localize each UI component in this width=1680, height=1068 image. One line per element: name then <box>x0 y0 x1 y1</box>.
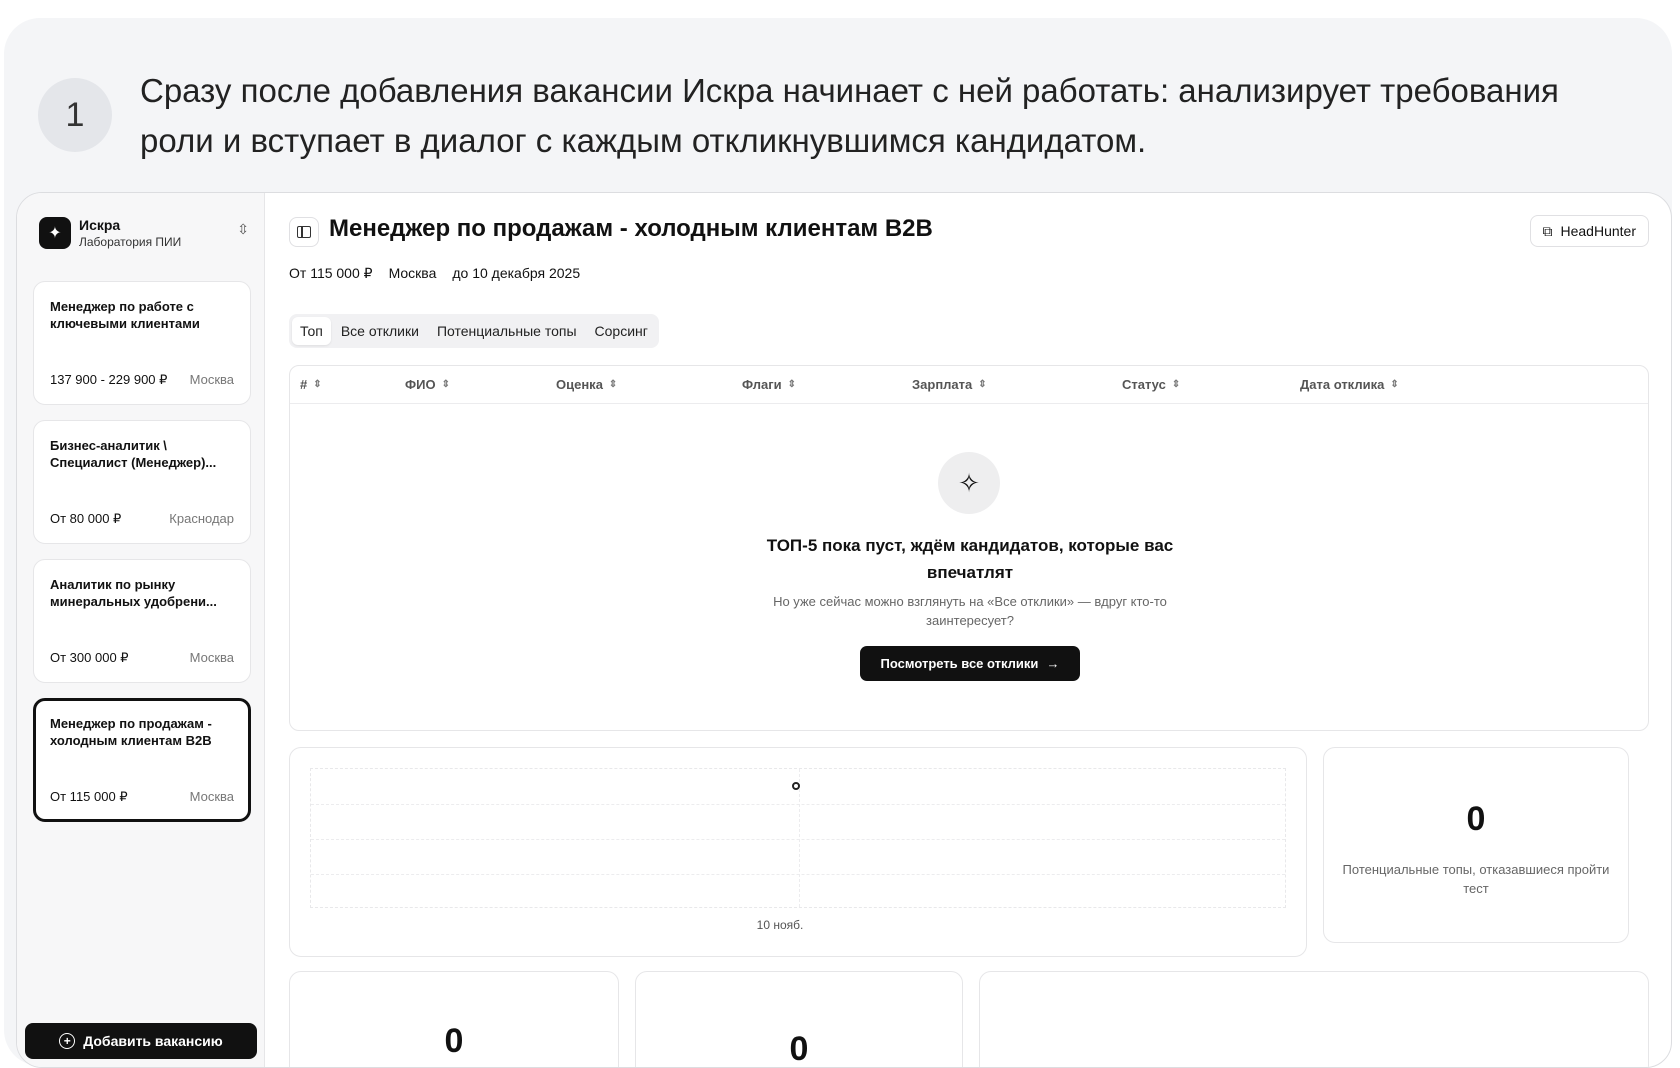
sidebar-toggle-icon[interactable] <box>289 217 319 247</box>
external-link-icon: ⧉ <box>1542 222 1553 239</box>
stat-card: 0 <box>289 971 619 1067</box>
sort-icon: ⇕ <box>441 379 450 390</box>
vacancy-city: Москва <box>189 650 234 665</box>
refused-tops-label: Потенциальные топы, отказавшиеся пройти … <box>1342 862 1610 896</box>
instruction-card: 1 Сразу после добавления вакансии Искра … <box>4 18 1672 1068</box>
page-title: Менеджер по продажам - холодным клиентам… <box>329 215 933 242</box>
app-window: ✦ Искра Лаборатория ПИИ ⇳ Менеджер по ра… <box>16 192 1672 1068</box>
column-header-name[interactable]: ФИО ⇕ <box>405 377 450 392</box>
vacancy-city: Москва <box>189 789 234 804</box>
chart-plot-area <box>310 768 1286 908</box>
main-panel: Менеджер по продажам - холодным клиентам… <box>265 193 1671 1067</box>
view-all-label: Посмотреть все отклики <box>880 656 1039 671</box>
refused-tops-count: 0 <box>1466 800 1486 838</box>
table-header: # ⇕ ФИО ⇕ Оценка ⇕ Флаги ⇕ Зарплата ⇕ Статус ⇕… <box>290 366 1648 404</box>
column-header-number[interactable]: # ⇕ <box>300 377 322 392</box>
column-header-score[interactable]: Оценка ⇕ <box>556 377 617 392</box>
vacancy-salary: От 115 000 ₽ <box>50 789 128 804</box>
responses-chart: 10 нояб. <box>289 747 1307 957</box>
stat-card: 0 <box>635 971 963 1068</box>
add-vacancy-button[interactable]: + Добавить вакансию <box>25 1023 257 1059</box>
chart-x-tick-label: 10 нояб. <box>756 918 804 932</box>
workspace-subtitle: Лаборатория ПИИ <box>79 235 182 249</box>
stat-value: 0 <box>789 1030 809 1068</box>
workspace-switcher[interactable]: ✦ Искра Лаборатория ПИИ ⇳ <box>39 215 249 255</box>
vacancy-title: Аналитик по рынку минеральных удобрени..… <box>50 577 217 609</box>
refused-tops-card: 0 Потенциальные топы, отказавшиеся пройт… <box>1323 747 1629 943</box>
candidates-table: # ⇕ ФИО ⇕ Оценка ⇕ Флаги ⇕ Зарплата ⇕ Статус ⇕… <box>289 365 1649 731</box>
step-number: 1 <box>38 78 112 152</box>
tab-all-responses[interactable]: Все отклики <box>333 317 427 345</box>
vacancy-salary: От 300 000 ₽ <box>50 650 129 665</box>
tab-bar: Топ Все отклики Потенциальные топы Сорси… <box>289 314 659 348</box>
column-header-flags[interactable]: Флаги ⇕ <box>742 377 796 392</box>
column-header-date[interactable]: Дата отклика ⇕ <box>1300 377 1399 392</box>
step-description: Сразу после добавления вакансии Искра на… <box>140 72 1559 159</box>
sort-icon: ⇕ <box>1171 379 1181 390</box>
meta-city: Москва <box>388 265 437 281</box>
arrow-right-icon: → <box>1046 656 1060 671</box>
workspace-name: Искра <box>79 217 121 233</box>
vacancy-salary: От 80 000 ₽ <box>50 511 122 526</box>
view-all-responses-button[interactable]: Посмотреть все отклики → <box>860 646 1080 681</box>
tab-top[interactable]: Топ <box>292 317 331 345</box>
empty-state-title: ТОП-5 пока пуст, ждём кандидатов, которы… <box>766 536 1174 582</box>
vacancy-title: Менеджер по продажам - холодным клиентам… <box>50 716 212 748</box>
vacancy-card[interactable]: Бизнес-аналитик \ Специалист (Менеджер).… <box>33 420 251 544</box>
chevron-updown-icon[interactable]: ⇳ <box>237 221 249 238</box>
vacancy-title: Менеджер по работе с ключевыми клиентами <box>50 299 200 331</box>
vacancy-card[interactable]: Аналитик по рынку минеральных удобрени..… <box>33 559 251 683</box>
plus-circle-icon: + <box>59 1033 76 1049</box>
column-header-status[interactable]: Статус ⇕ <box>1122 377 1180 392</box>
sort-icon: ⇕ <box>978 379 987 390</box>
vacancy-city: Москва <box>189 372 234 387</box>
sort-icon: ⇕ <box>787 379 797 390</box>
sort-icon: ⇕ <box>1390 379 1399 390</box>
column-header-salary[interactable]: Зарплата ⇕ <box>912 377 987 392</box>
vacancy-salary: 137 900 - 229 900 ₽ <box>50 372 168 387</box>
tab-sourcing[interactable]: Сорсинг <box>587 317 656 345</box>
stat-value: 0 <box>444 1022 464 1060</box>
stat-card <box>979 971 1649 1067</box>
meta-salary: От 115 000 ₽ <box>289 265 373 281</box>
vacancy-title: Бизнес-аналитик \ Специалист (Менеджер).… <box>50 438 217 470</box>
vacancy-card-active[interactable]: Менеджер по продажам - холодным клиентам… <box>33 698 251 822</box>
empty-state-subtitle: Но уже сейчас можно взглянуть на «Все от… <box>773 594 1167 628</box>
sort-icon: ⇕ <box>608 379 618 390</box>
sparkle-icon: ✦ <box>39 217 71 249</box>
vacancy-card[interactable]: Менеджер по работе с ключевыми клиентами… <box>33 281 251 405</box>
headhunter-label: HeadHunter <box>1560 223 1637 239</box>
headhunter-button[interactable]: ⧉ HeadHunter <box>1529 215 1649 247</box>
vacancy-city: Краснодар <box>169 511 234 526</box>
sort-icon: ⇕ <box>313 379 322 390</box>
vacancy-meta: От 115 000 ₽ Москва до 10 декабря 2025 <box>289 265 580 282</box>
meta-deadline: до 10 декабря 2025 <box>452 265 581 281</box>
tab-potential-tops[interactable]: Потенциальные топы <box>429 317 585 345</box>
add-vacancy-label: Добавить вакансию <box>83 1033 223 1049</box>
sidebar: ✦ Искра Лаборатория ПИИ ⇳ Менеджер по ра… <box>17 193 265 1067</box>
chart-data-point <box>792 782 800 790</box>
sparkles-icon: ✧ <box>938 452 1000 514</box>
